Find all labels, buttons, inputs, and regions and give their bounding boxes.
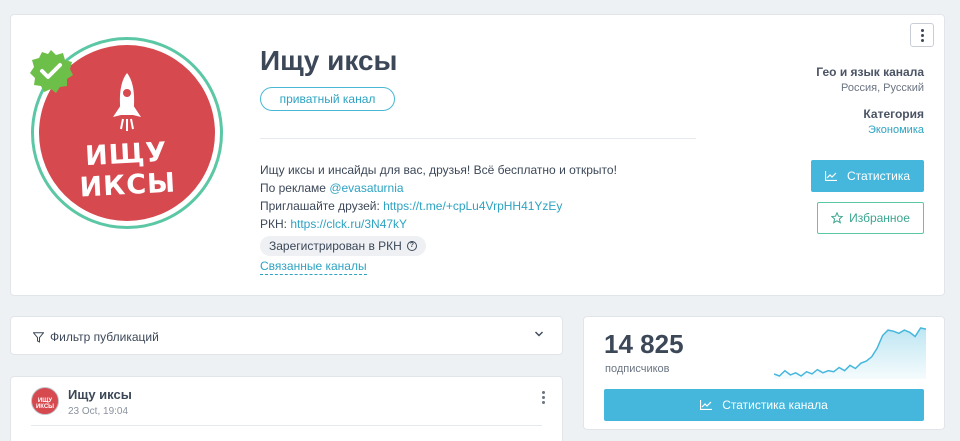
privacy-badge: приватный канал — [260, 87, 395, 111]
filter-dropdown[interactable]: Фильтр публикаций — [10, 316, 563, 355]
statistics-button[interactable]: Статистика — [811, 160, 924, 192]
funnel-icon — [33, 331, 44, 343]
invite-label: Приглашайте друзей: — [260, 199, 384, 213]
line-chart-icon — [824, 171, 837, 181]
avatar-text: ИЩУ ИКСЫ — [78, 136, 177, 204]
divider — [31, 425, 542, 426]
subscriber-label: подписчиков — [605, 363, 670, 375]
rocket-icon — [113, 73, 141, 131]
post-avatar-text: ИЩУ ИКСЫ — [35, 398, 55, 410]
sparkline-area — [774, 328, 926, 379]
subscribers-sparkline — [774, 327, 926, 379]
ads-handle-link[interactable]: @evasaturnia — [329, 181, 403, 195]
related-channels-link[interactable]: Связанные каналы — [260, 259, 367, 275]
post-card: ИЩУ ИКСЫ Ищу иксы 23 Oct, 19:04 — [10, 376, 563, 441]
channel-title: Ищу иксы — [260, 45, 398, 76]
line-chart-icon — [700, 400, 713, 410]
filter-label: Фильтр публикаций — [50, 330, 159, 344]
divider — [260, 138, 696, 139]
statistics-button-label: Статистика — [846, 169, 911, 183]
channel-card: ИЩУ ИКСЫ Ищу иксы приватный канал Ищу ик… — [10, 14, 945, 296]
favorite-button-label: Избранное — [849, 211, 910, 225]
category-label: Категория — [863, 107, 924, 121]
channel-description: Ищу иксы и инсайды для вас, друзья! Всё … — [260, 161, 617, 256]
subscriber-count: 14 825 — [604, 329, 684, 359]
question-icon[interactable]: ? — [406, 241, 417, 251]
ads-label: По рекламе — [260, 181, 330, 195]
post-time: 23 Oct, 19:04 — [68, 406, 129, 417]
geo-value: Россия, Русский — [841, 82, 924, 94]
rkn-link[interactable]: https://clck.ru/3N47kY — [290, 217, 407, 231]
category-link[interactable]: Экономика — [863, 124, 924, 136]
favorite-button[interactable]: Избранное — [817, 202, 924, 234]
kebab-menu-icon[interactable] — [910, 23, 934, 47]
post-author[interactable]: Ищу иксы — [68, 387, 132, 402]
category-block: Категория Экономика — [863, 107, 924, 136]
channel-statistics-button-label: Статистика канала — [722, 398, 828, 412]
rkn-label: РКН: — [260, 217, 291, 231]
geo-label: Гео и язык канала — [816, 65, 924, 79]
geo-block: Гео и язык канала Россия, Русский — [816, 65, 924, 94]
chevron-down-icon[interactable] — [534, 330, 544, 338]
checkmark-badge-icon — [30, 50, 73, 93]
channel-avatar: ИЩУ ИКСЫ — [30, 37, 223, 229]
subscribers-card: 14 825 подписчиков Статистика канала — [583, 316, 945, 430]
post-avatar[interactable]: ИЩУ ИКСЫ — [31, 387, 59, 415]
star-icon — [831, 212, 844, 224]
post-menu-icon[interactable] — [542, 391, 545, 404]
rkn-badge[interactable]: Зарегистрирован в РКН ? — [260, 236, 426, 256]
invite-link[interactable]: https://t.me/+cpLu4VrpHH41YzEy — [383, 199, 562, 213]
description-line: Ищу иксы и инсайды для вас, друзья! Всё … — [260, 163, 617, 177]
rkn-badge-label: Зарегистрирован в РКН — [269, 239, 402, 253]
channel-statistics-button[interactable]: Статистика канала — [604, 389, 924, 421]
